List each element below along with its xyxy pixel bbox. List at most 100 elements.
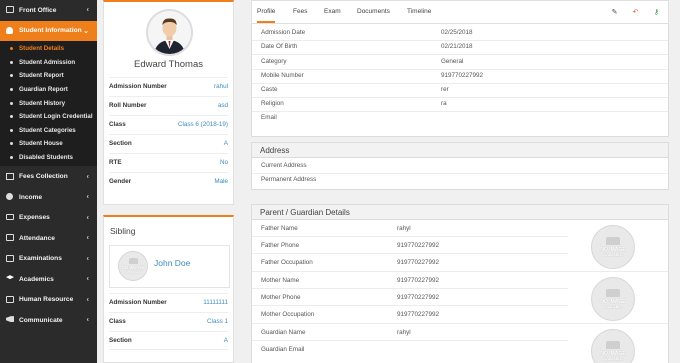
student-avatar [146, 9, 193, 56]
sidebar-item-label: Front Office [19, 6, 57, 14]
map-icon [6, 254, 14, 263]
detail-row-religion: Religion ra [261, 100, 661, 107]
submenu-label: Student History [19, 99, 66, 107]
sidebar-item-attendance[interactable]: Attendance ‹ [0, 228, 97, 249]
submenu-student-details[interactable]: Student Details [0, 42, 97, 56]
guardian-label: Father Occupation [261, 259, 313, 266]
tab-fees[interactable]: Fees [293, 8, 307, 15]
guardian-label: Father Phone [261, 242, 300, 249]
tab-tools: ✎ ↶ ⚷ [611, 9, 660, 16]
divider [252, 40, 668, 41]
detail-label: Caste [261, 86, 278, 93]
pencil-icon[interactable]: ✎ [611, 9, 618, 16]
field-label: RTE [109, 159, 122, 166]
chevron-left-icon: ‹ [86, 6, 89, 14]
address-row-current: Current Address [261, 162, 661, 169]
field-value[interactable]: Class 6 (2018-19) [178, 121, 228, 128]
guardian-label: Mother Phone [261, 294, 301, 301]
chevron-left-icon: ‹ [86, 316, 89, 324]
sidebar-item-communicate[interactable]: Communicate ‹ [0, 310, 97, 331]
detail-value: 919770227992 [441, 72, 484, 79]
ipad-icon [6, 6, 14, 14]
sidebar-item-human-resource[interactable]: Human Resource ‹ [0, 289, 97, 310]
sidebar-item-fees-collection[interactable]: Fees Collection ‹ [0, 166, 97, 187]
profile-field-section: Section A [109, 134, 228, 152]
field-value[interactable]: 11111111 [203, 299, 228, 306]
divider [252, 83, 668, 84]
guardian-row-father-name: Father Name rahyl [261, 225, 561, 232]
silhouette-icon [606, 237, 620, 245]
submenu-label: Student Details [19, 45, 65, 53]
profile-field-class: Class Class 6 (2018-19) [109, 115, 228, 133]
divider [252, 54, 668, 55]
bullhorn-icon [6, 316, 14, 324]
no-image-placeholder-icon: NO IMAGE AVAILABLE [118, 251, 148, 281]
profile-field-rte: RTE No [109, 153, 228, 171]
detail-row-category: Category General [261, 58, 661, 65]
sidebar-item-examinations[interactable]: Examinations ‹ [0, 248, 97, 269]
sidebar-item-expenses[interactable]: Expenses ‹ [0, 207, 97, 228]
guardian-value: rahyl [397, 329, 411, 336]
chevron-left-icon: ‹ [86, 193, 89, 201]
no-image-sub-label: AVAILABLE [603, 357, 623, 361]
circle-icon [10, 128, 13, 132]
sitemap-icon [6, 295, 14, 304]
undo-icon[interactable]: ↶ [632, 9, 639, 16]
sidebar-item-label: Examinations [19, 255, 62, 263]
submenu-student-report[interactable]: Student Report [0, 69, 97, 83]
key-icon[interactable]: ⚷ [653, 9, 660, 16]
sidebar-item-front-office[interactable]: Front Office ‹ [0, 0, 97, 21]
field-value[interactable]: A [224, 140, 228, 147]
guardian-label: Guardian Name [261, 329, 306, 336]
submenu-student-house[interactable]: Student House [0, 137, 97, 151]
sidebar-item-income[interactable]: Income ‹ [0, 187, 97, 208]
detail-value: General [441, 58, 464, 65]
tab-documents[interactable]: Documents [357, 8, 390, 15]
sibling-field-admission-number: Admission Number 11111111 [109, 293, 228, 311]
field-value[interactable]: Male [214, 178, 228, 185]
sibling-name-link[interactable]: John Doe [154, 258, 190, 268]
tab-profile[interactable]: Profile [257, 8, 276, 23]
field-label: Admission Number [109, 299, 167, 306]
tab-timeline[interactable]: Timeline [407, 8, 431, 15]
guardian-value: rahyl [397, 225, 411, 232]
sidebar-item-label: Income [19, 193, 43, 201]
divider [252, 111, 668, 112]
submenu-student-admission[interactable]: Student Admission [0, 56, 97, 70]
student-photo [148, 11, 191, 54]
field-value[interactable]: No [220, 159, 228, 166]
divider [252, 271, 668, 272]
divider [252, 253, 568, 254]
divider [252, 305, 568, 306]
money-icon [6, 172, 14, 181]
submenu-student-categories[interactable]: Student Categories [0, 124, 97, 138]
student-name: Edward Thomas [134, 59, 203, 70]
guardian-label: Mother Occupation [261, 311, 315, 318]
sidebar-item-label: Student Information [19, 27, 82, 35]
submenu-guardian-report[interactable]: Guardian Report [0, 83, 97, 97]
chevron-left-icon: ‹ [86, 255, 89, 263]
submenu-student-login-credential[interactable]: Student Login Credential [0, 110, 97, 124]
detail-label: Category [261, 58, 287, 65]
mortarboard-icon [6, 275, 14, 283]
field-value[interactable]: asd [218, 102, 228, 109]
submenu-student-history[interactable]: Student History [0, 96, 97, 110]
field-value[interactable]: rahul [214, 83, 228, 90]
student-profile-card: Edward Thomas Admission Number rahul Rol… [103, 0, 234, 205]
guardian-value: 919770227992 [397, 294, 440, 301]
sidebar-item-label: Human Resource [19, 296, 74, 304]
submenu-disabled-students[interactable]: Disabled Students [0, 151, 97, 165]
guardian-row-mother-occupation: Mother Occupation 919770227992 [261, 311, 561, 318]
sidebar-item-student-information[interactable]: Student Information ⌄ [0, 20, 97, 41]
tab-exam[interactable]: Exam [324, 8, 341, 15]
field-value[interactable]: A [224, 337, 228, 344]
chevron-down-icon: ⌄ [83, 27, 89, 35]
sidebar-item-academics[interactable]: Academics ‹ [0, 269, 97, 290]
field-label: Admission Number [109, 83, 167, 90]
field-value[interactable]: Class 1 [207, 318, 228, 325]
sibling-item[interactable]: NO IMAGE AVAILABLE John Doe [109, 245, 230, 288]
sidebar-item-label: Communicate [19, 316, 63, 324]
detail-label: Date Of Birth [261, 43, 298, 50]
chevron-left-icon: ‹ [86, 173, 89, 181]
no-image-sub-label: AVAILABLE [603, 305, 623, 309]
